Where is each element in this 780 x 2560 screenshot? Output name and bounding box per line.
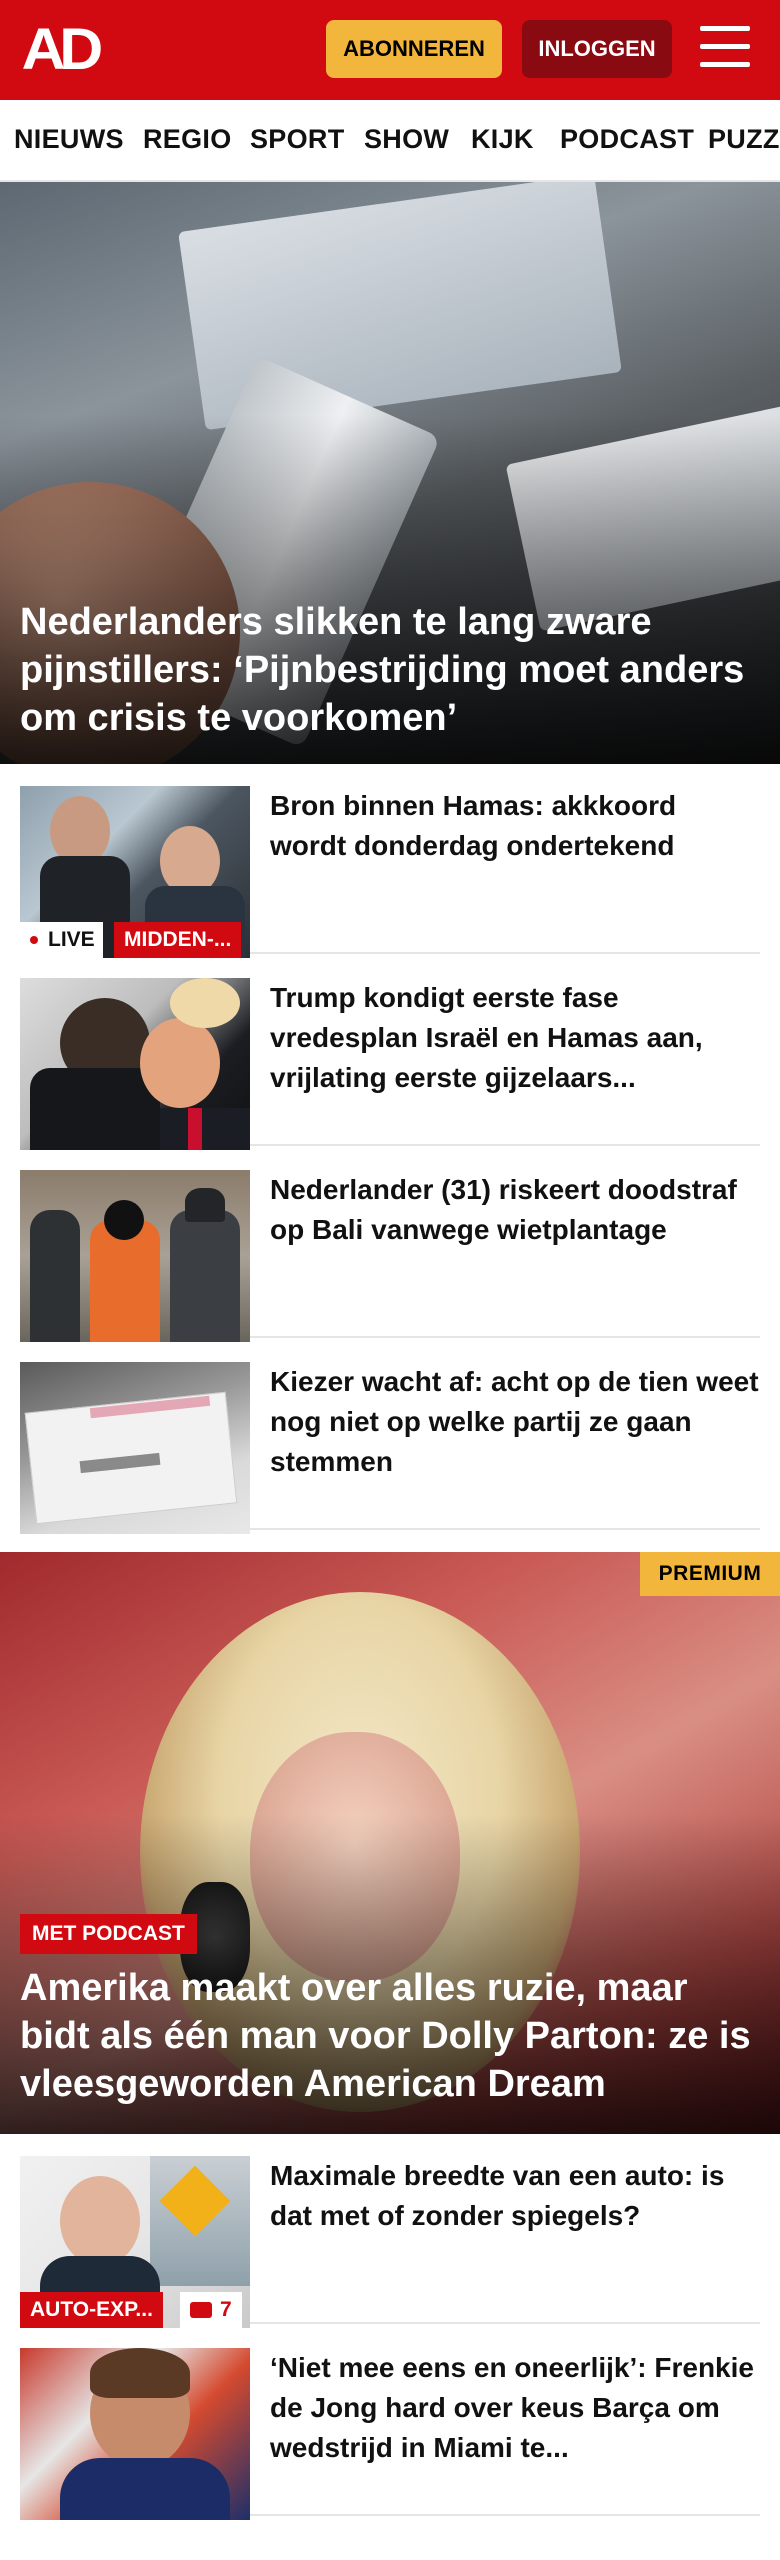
article-thumbnail [20,2348,250,2520]
article-title[interactable]: Trump kondigt eerste fase vredesplan Isr… [270,978,760,1098]
nav-item-kijk[interactable]: KIJK [471,100,534,180]
list-item[interactable]: LIVE MIDDEN-... Bron binnen Hamas: akkko… [20,772,760,958]
article-thumbnail [20,1362,250,1534]
live-badge: LIVE [20,922,103,958]
article-thumbnail [20,1170,250,1342]
nav-item-sport[interactable]: SPORT [250,100,345,180]
subscribe-button[interactable]: ABONNEREN [326,20,502,78]
live-dot-icon [30,936,38,945]
article-title[interactable]: Nederlander (31) riskeert doodstraf op B… [270,1170,760,1250]
article-title[interactable]: Maximale breedte van een auto: is dat me… [270,2156,760,2236]
category-tag: MIDDEN-... [114,922,242,958]
menu-icon[interactable] [700,26,752,72]
list-item[interactable]: Nederlander (31) riskeert doodstraf op B… [20,1156,760,1342]
section-nav: NIEUWS REGIO SPORT SHOW KIJK PODCAST PUZ… [0,100,780,182]
list-item[interactable]: AUTO-EXP... 7 Maximale breedte van een a… [20,2142,760,2328]
ad-logo[interactable]: AD [22,21,123,79]
premium-badge: PREMIUM [640,1552,780,1596]
login-button[interactable]: INLOGGEN [522,20,672,78]
list-item[interactable]: ‘Niet mee eens en oneerlijk’: Frenkie de… [20,2334,760,2520]
hero-article-image[interactable]: Nederlanders slikken te lang zware pijns… [0,182,780,764]
article-thumbnail [20,978,250,1150]
nav-item-puzzel[interactable]: PUZZ [708,100,780,180]
comment-icon [190,2302,212,2319]
nav-item-podcast[interactable]: PODCAST [560,100,694,180]
nav-item-show[interactable]: SHOW [364,100,449,180]
article-title[interactable]: Kiezer wacht af: acht op de tien weet no… [270,1362,760,1482]
top-bar: AD ABONNEREN INLOGGEN [0,0,780,100]
premium-article-title[interactable]: Amerika maakt over alles ruzie, maar bid… [20,1964,760,2108]
hero-article-title[interactable]: Nederlanders slikken te lang zware pijns… [20,598,760,742]
comment-count[interactable]: 7 [180,2292,242,2328]
list-item[interactable]: Kiezer wacht af: acht op de tien weet no… [20,1348,760,1534]
article-title[interactable]: Bron binnen Hamas: akkkoord wordt donder… [270,786,760,866]
nav-item-regio[interactable]: REGIO [143,100,232,180]
podcast-badge: MET PODCAST [20,1914,197,1954]
category-tag: AUTO-EXP... [20,2292,163,2328]
nav-item-nieuws[interactable]: NIEUWS [14,100,124,180]
article-title[interactable]: ‘Niet mee eens en oneerlijk’: Frenkie de… [270,2348,760,2468]
article-thumbnail: LIVE MIDDEN-... [20,786,250,958]
list-item[interactable]: Trump kondigt eerste fase vredesplan Isr… [20,964,760,1150]
article-thumbnail: AUTO-EXP... 7 [20,2156,250,2328]
